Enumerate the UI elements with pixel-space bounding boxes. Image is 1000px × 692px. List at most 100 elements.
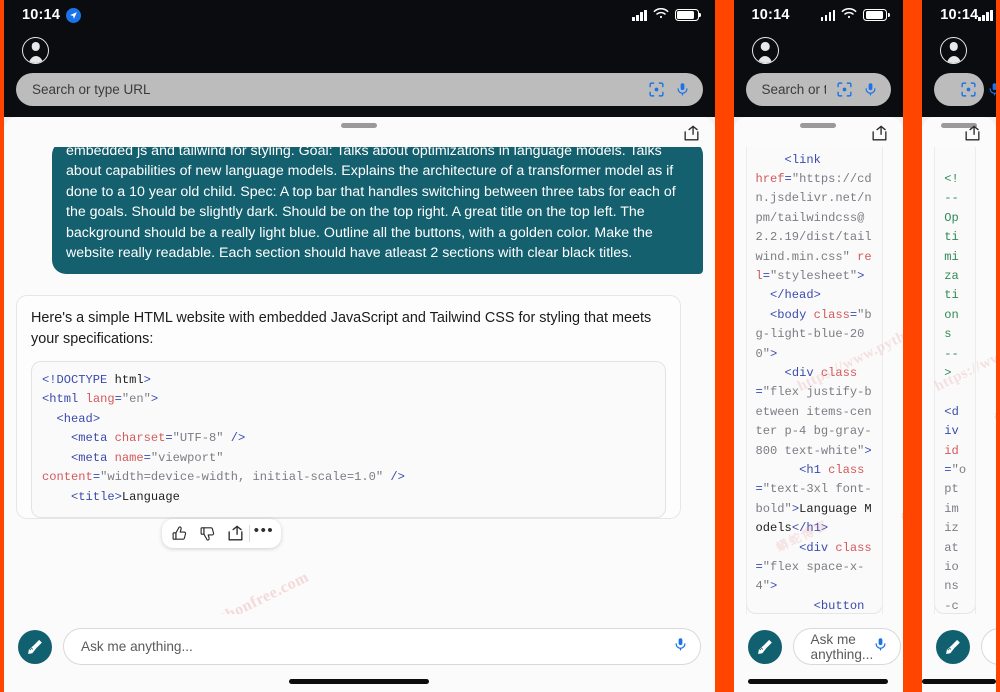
- cellular-signal-icon: [820, 9, 836, 21]
- ask-input[interactable]: Ask me anything...: [792, 628, 902, 665]
- code-line: <div class ="flex justify-between items-c…: [756, 364, 874, 461]
- code-line: <!DOCTYPE html>: [42, 371, 655, 390]
- lens-icon[interactable]: [648, 81, 665, 98]
- home-indicator[interactable]: [748, 678, 889, 684]
- code-token: meta: [78, 431, 115, 446]
- code-block[interactable]: <!-- Optimizations --> <div id="optimiza…: [934, 146, 976, 614]
- share-icon[interactable]: [221, 519, 249, 548]
- code-token: =: [755, 560, 763, 575]
- sheet-actions: [734, 125, 904, 147]
- avatar-icon[interactable]: [940, 36, 968, 64]
- status-indicators: [632, 6, 701, 24]
- status-indicators: [978, 6, 996, 24]
- url-bar[interactable]: Search or type URL: [16, 73, 703, 106]
- code-line: <div id="optimizations-content" class=""…: [944, 383, 967, 613]
- browser-chrome: 10:14 Search or type URL: [4, 0, 715, 117]
- code-scroll-area[interactable]: <!-- Optimizations --> <div id="optimiza…: [922, 146, 996, 614]
- broom-icon[interactable]: [747, 629, 782, 664]
- assistant-bottom-bar: Ask me anything...: [922, 614, 996, 670]
- code-line: content="width=device-width, initial-sca…: [42, 468, 655, 487]
- ask-input[interactable]: Ask me anything...: [63, 628, 701, 665]
- phone-panel-3: 10:14 Search or type URL <!-- Optimizatio…: [922, 0, 996, 692]
- code-line: <div class="flex space-x-4">: [756, 539, 874, 597]
- right-edge: [996, 0, 1000, 692]
- share-icon[interactable]: [963, 124, 982, 148]
- code-token: div: [791, 365, 821, 380]
- home-indicator[interactable]: [922, 678, 996, 684]
- thumbs-down-icon[interactable]: [193, 519, 221, 548]
- code-line: <meta charset="UTF-8" />: [42, 429, 655, 448]
- share-icon[interactable]: [682, 124, 701, 148]
- omnibox-container: Search or type URL: [734, 70, 904, 117]
- content-sheet: <!-- Optimizations --> <div id="optimiza…: [922, 117, 996, 614]
- url-bar[interactable]: Search or type URL: [934, 73, 996, 106]
- panel-separator-1: [714, 0, 734, 692]
- code-token: >: [770, 579, 778, 594]
- code-token: class: [828, 463, 865, 477]
- assistant-answer-text: Here's a simple HTML website with embedd…: [31, 310, 652, 347]
- mic-icon[interactable]: [863, 80, 878, 99]
- home-indicator-area: [4, 670, 715, 692]
- code-token: button: [820, 598, 872, 613]
- code-line: <head>: [42, 410, 655, 429]
- code-token: html: [49, 392, 86, 407]
- code-block[interactable]: <link href="https://cdn.jsdelivr.net/npm/…: [745, 146, 884, 614]
- home-indicator[interactable]: [289, 678, 430, 684]
- lens-icon[interactable]: [836, 81, 853, 98]
- avatar-icon[interactable]: [751, 36, 779, 64]
- right-rail: [882, 146, 884, 614]
- battery-icon: [863, 9, 890, 21]
- code-token: >: [114, 489, 122, 504]
- code-token: "optimizations-content": [944, 463, 967, 613]
- mic-icon[interactable]: [987, 80, 996, 99]
- code-line: <meta name="viewport": [42, 449, 655, 468]
- code-token: =: [762, 268, 771, 283]
- code-token: "flex justify-between items-center p-4 b…: [755, 385, 872, 458]
- account-row: [922, 30, 996, 70]
- user-message-bubble: embedded js and tailwind for styling. Go…: [52, 146, 703, 275]
- mic-icon[interactable]: [873, 635, 888, 659]
- ask-input[interactable]: Ask me anything...: [981, 628, 996, 665]
- broom-icon[interactable]: [18, 629, 52, 664]
- url-bar[interactable]: Search or type URL: [745, 73, 892, 106]
- code-token: </: [791, 521, 807, 536]
- sheet-actions: [4, 125, 715, 147]
- code-block[interactable]: <!DOCTYPE html> <html lang="en"> <head> <…: [31, 361, 666, 518]
- home-indicator-area: [922, 670, 996, 692]
- url-bar-placeholder: Search or type URL: [32, 82, 151, 97]
- mic-icon[interactable]: [675, 80, 690, 99]
- omnibox-container: Search or type URL: [4, 70, 715, 117]
- code-line: href="https://cdn.jsdelivr.net/npm/tailw…: [756, 170, 874, 286]
- code-token: >: [813, 288, 821, 303]
- avatar-icon[interactable]: [22, 36, 49, 64]
- code-token: />: [223, 431, 246, 446]
- code-token: head: [784, 288, 814, 303]
- code-token: </: [770, 288, 785, 303]
- code-token: "UTF-8": [172, 431, 224, 446]
- battery-icon: [674, 9, 701, 21]
- code-token: =: [92, 470, 101, 485]
- sheet-actions: [922, 125, 996, 147]
- code-line: <title>Language: [42, 488, 655, 507]
- broom-icon[interactable]: [936, 629, 971, 664]
- conversation-area: <link href="https://cdn.jsdelivr.net/npm/…: [734, 146, 904, 614]
- share-icon[interactable]: [870, 124, 889, 148]
- lens-icon[interactable]: [960, 81, 977, 98]
- phone-panel-2: 10:14Search or type URL <linkhref="https…: [733, 0, 904, 692]
- code-token: =: [755, 385, 763, 400]
- thumbs-up-icon[interactable]: [165, 519, 193, 548]
- status-clock: 10:14: [940, 7, 979, 23]
- code-token: class: [835, 540, 872, 555]
- code-token: div: [806, 540, 836, 555]
- code-line: <h1 class="text-3xl font-bold">Language …: [756, 461, 874, 539]
- code-token: "en": [121, 392, 151, 407]
- more-icon[interactable]: •••: [250, 519, 278, 548]
- conversation-area: <!-- Optimizations --> <div id="optimiza…: [922, 146, 996, 614]
- wifi-icon: [841, 6, 857, 24]
- mic-icon[interactable]: [673, 635, 688, 659]
- code-scroll-area[interactable]: <link href="https://cdn.jsdelivr.net/npm/…: [734, 146, 904, 614]
- code-token: =: [784, 171, 792, 186]
